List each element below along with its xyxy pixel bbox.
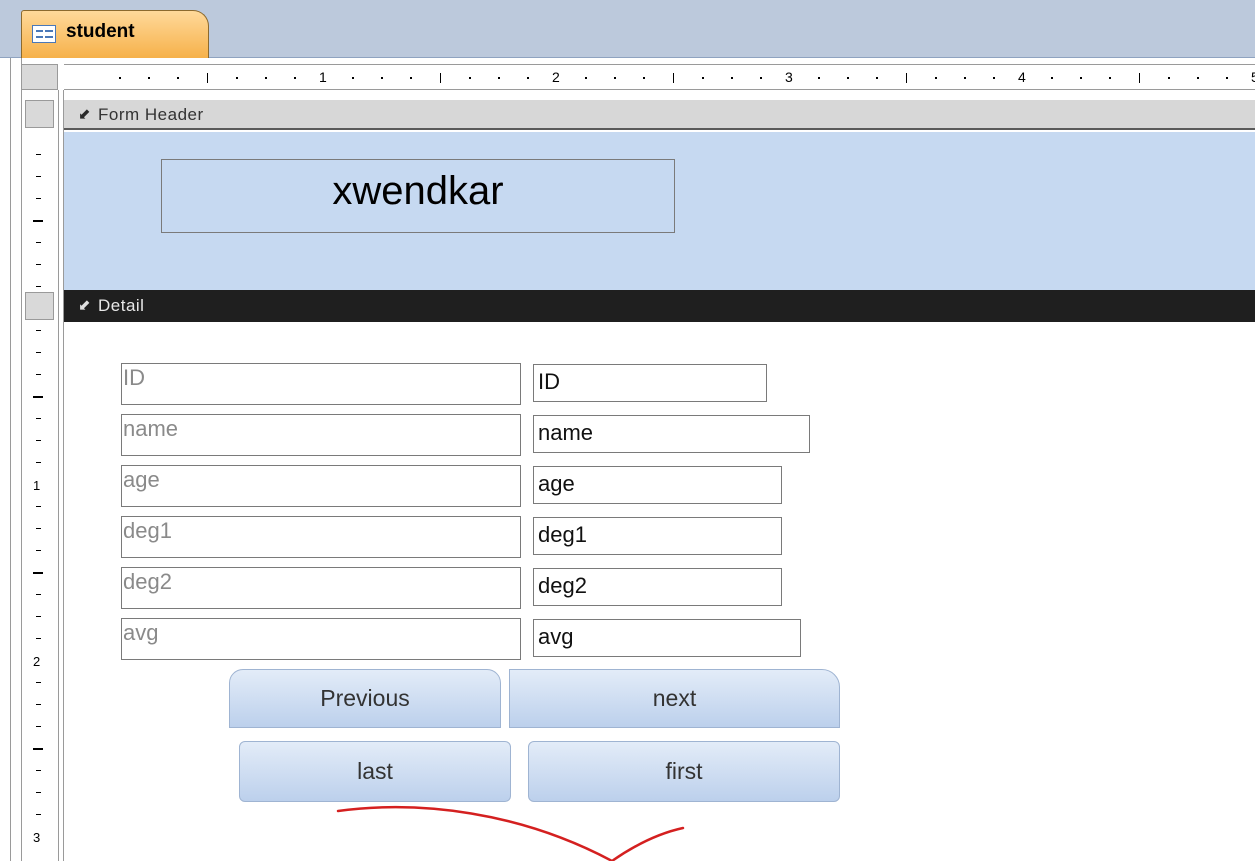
annotation-stroke: [336, 805, 685, 861]
